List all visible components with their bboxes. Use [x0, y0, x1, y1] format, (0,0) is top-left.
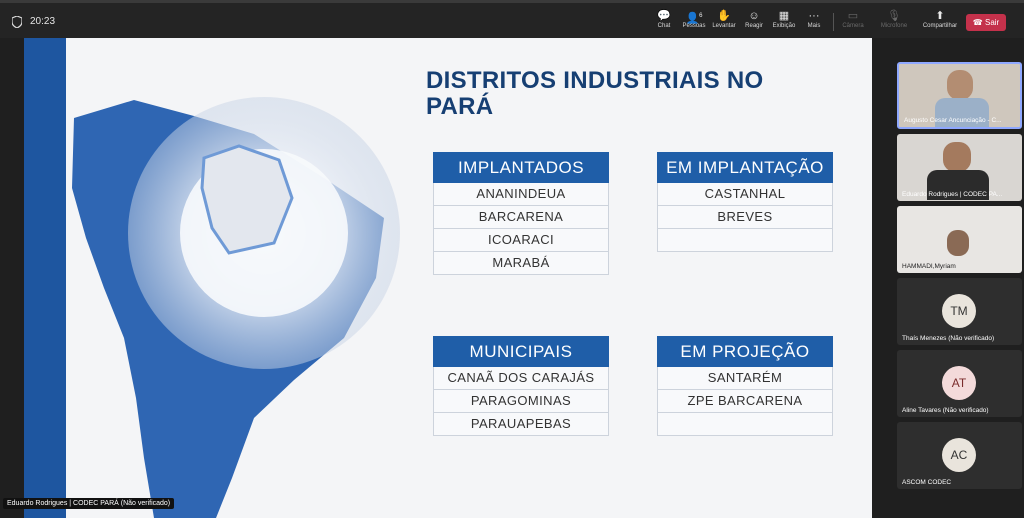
- participant-tile[interactable]: Augusto Cesar Ancunciação - C...: [897, 62, 1022, 129]
- table-em-implantacao: EM IMPLANTAÇÃO CASTANHAL BREVES: [657, 152, 833, 252]
- table-row: SANTARÉM: [657, 367, 833, 390]
- shield-icon: [12, 16, 22, 28]
- share-button[interactable]: ⬆ Compartilhar: [918, 9, 962, 37]
- table-row: ANANINDEUA: [433, 183, 609, 206]
- video-feed: [947, 70, 973, 100]
- ellipsis-icon: ···: [808, 10, 820, 22]
- phone-icon: ☎: [972, 18, 983, 27]
- camera-off-icon: ▭: [847, 10, 859, 22]
- video-feed: [947, 230, 969, 256]
- mic-off-icon: 🎙: [887, 10, 901, 22]
- camera-button[interactable]: ▭ Câmera: [835, 9, 871, 37]
- mic-button[interactable]: 🎙 Microfone: [876, 9, 912, 37]
- table-row: CASTANHAL: [657, 183, 833, 206]
- toolbar-divider: [833, 13, 834, 31]
- participant-tile[interactable]: AC ASCOM CODEC: [897, 422, 1022, 489]
- participant-tile[interactable]: AT Aline Tavares (Não verificado): [897, 350, 1022, 417]
- table-row: ICOARACI: [433, 229, 609, 252]
- presenter-label: Eduardo Rodrigues | CODEC PARÁ (Não veri…: [3, 498, 175, 509]
- avatar: AT: [942, 366, 976, 400]
- share-icon: ⬆: [935, 10, 945, 22]
- table-municipais: MUNICIPAIS CANAÃ DOS CARAJÁS PARAGOMINAS…: [433, 336, 609, 436]
- avatar: TM: [942, 294, 976, 328]
- table-row: PARAUAPEBAS: [433, 413, 609, 436]
- meeting-timer: 20:23: [30, 16, 56, 27]
- meeting-toolbar: 20:23 💬 Chat 👤6 Pessoas ✋ Levantar ☺ Rea…: [0, 0, 1024, 38]
- table-row: BARCARENA: [433, 206, 609, 229]
- table-em-projecao: EM PROJEÇÃO SANTARÉM ZPE BARCARENA: [657, 336, 833, 436]
- table-row: CANAÃ DOS CARAJÁS: [433, 367, 609, 390]
- participant-tile[interactable]: TM Thaís Menezes (Não verificado): [897, 278, 1022, 345]
- leave-button[interactable]: ☎ Sair: [966, 14, 1006, 31]
- table-row: [657, 229, 833, 252]
- table-row: PARAGOMINAS: [433, 390, 609, 413]
- table-row: ZPE BARCARENA: [657, 390, 833, 413]
- avatar: AC: [942, 438, 976, 472]
- participant-tile[interactable]: HAMMADI,Myriam: [897, 206, 1022, 273]
- table-row: BREVES: [657, 206, 833, 229]
- south-america-map: [72, 97, 400, 518]
- table-row: [657, 413, 833, 436]
- table-implantados: IMPLANTADOS ANANINDEUA BARCARENA ICOARAC…: [433, 152, 609, 275]
- video-feed: [943, 142, 971, 172]
- more-button[interactable]: ··· Mais: [796, 9, 832, 37]
- participant-tile[interactable]: Eduardo Rodrigues | CODEC PA...: [897, 134, 1022, 201]
- table-row: MARABÁ: [433, 252, 609, 275]
- shared-slide: DISTRITOS INDUSTRIAIS NO PARÁ IMPLANTADO…: [24, 38, 872, 518]
- slide-title: DISTRITOS INDUSTRIAIS NO PARÁ: [426, 67, 764, 120]
